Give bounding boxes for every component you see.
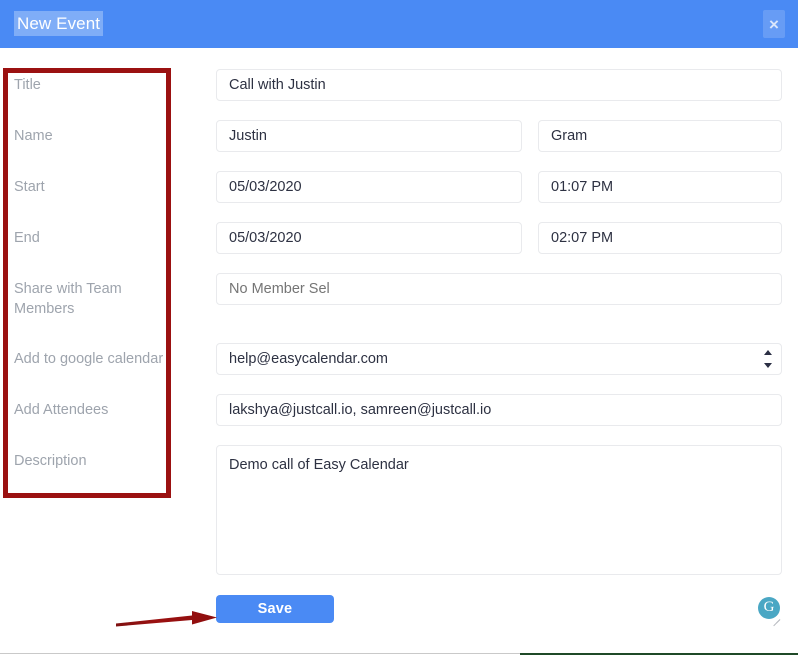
label-description: Description (14, 453, 87, 469)
label-title: Title (14, 77, 41, 93)
bottom-progress-indicator (520, 653, 798, 655)
label-share-with-team-members: Share with Team Members (14, 281, 122, 317)
attendees-input[interactable] (216, 394, 782, 426)
start-time-input[interactable] (538, 171, 782, 203)
grammarly-icon[interactable]: G (758, 597, 780, 619)
end-time-input[interactable] (538, 222, 782, 254)
dialog-header: New Event × (0, 0, 798, 48)
label-end: End (14, 230, 40, 246)
grammarly-letter: G (763, 599, 775, 615)
close-button[interactable]: × (763, 10, 785, 38)
new-event-dialog: New Event × Title Name Start End Share w… (0, 0, 798, 659)
title-input[interactable] (216, 69, 782, 101)
label-start: Start (14, 179, 45, 195)
end-date-input[interactable] (216, 222, 522, 254)
label-add-attendees: Add Attendees (14, 402, 109, 418)
start-date-input[interactable] (216, 171, 522, 203)
google-calendar-select-wrapper: help@easycalendar.com (216, 343, 782, 375)
save-button[interactable]: Save (216, 595, 334, 623)
page-title: New Event (14, 11, 104, 36)
dialog-body: Title Name Start End Share with Team Mem… (0, 48, 798, 659)
google-calendar-select[interactable]: help@easycalendar.com (216, 343, 782, 375)
label-add-to-google-calendar: Add to google calendar (14, 351, 164, 367)
first-name-input[interactable] (216, 120, 522, 152)
last-name-input[interactable] (538, 120, 782, 152)
label-name: Name (14, 128, 53, 144)
share-with-team-members-input[interactable] (216, 273, 782, 305)
close-icon: × (769, 14, 779, 34)
description-textarea[interactable] (216, 445, 782, 575)
